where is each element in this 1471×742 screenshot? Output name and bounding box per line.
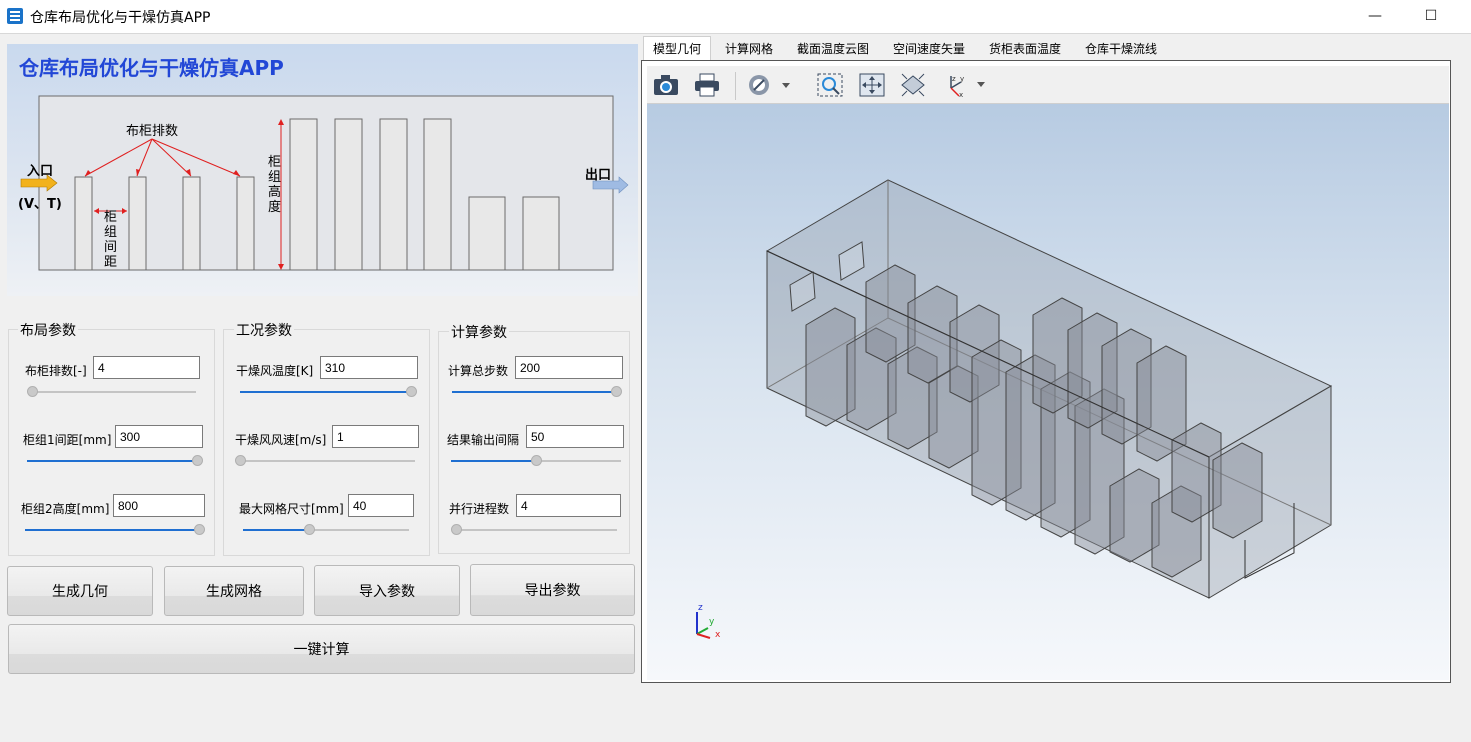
layout-params-title: 布局参数	[18, 320, 78, 340]
slider-knob[interactable]	[235, 455, 246, 466]
slider-fill	[27, 460, 197, 462]
slider-fill	[240, 391, 411, 393]
print-icon[interactable]	[691, 70, 723, 100]
minimize-button[interactable]: —	[1352, 0, 1398, 32]
param-label-spacing: 柜组1间距[mm]	[23, 433, 112, 447]
warehouse-3d-model	[765, 179, 1333, 599]
param-input-interval[interactable]	[526, 425, 624, 448]
slider-interval[interactable]	[451, 455, 621, 466]
zoom-extents-icon[interactable]	[856, 70, 888, 100]
param-label-mesh: 最大网格尺寸[mm]	[239, 502, 344, 516]
height-label: 柜组高度	[268, 155, 282, 215]
app-icon	[7, 8, 23, 24]
spacing-label: 柜组间距	[104, 210, 118, 270]
slider-knob[interactable]	[451, 524, 462, 535]
param-input-steps[interactable]	[515, 356, 623, 379]
import-params-button[interactable]: 导入参数	[314, 565, 460, 616]
tab-velocity-vector[interactable]: 空间速度矢量	[884, 36, 974, 60]
view-fit-icon[interactable]	[897, 70, 929, 100]
param-input-rows[interactable]	[93, 356, 200, 379]
param-label-interval: 结果输出间隔	[447, 433, 520, 447]
triad-x-label: x	[715, 630, 721, 640]
slider-knob[interactable]	[194, 524, 205, 535]
param-input-height[interactable]	[113, 494, 205, 517]
tab-model-geometry[interactable]: 模型几何	[643, 36, 711, 60]
slider-fill	[243, 529, 310, 531]
param-input-spacing[interactable]	[115, 425, 203, 448]
svg-text:y: y	[960, 75, 964, 83]
one-click-compute-button[interactable]: 一键计算	[8, 624, 635, 674]
generate-geometry-button[interactable]: 生成几何	[7, 566, 153, 616]
camera-icon[interactable]	[650, 70, 682, 100]
tab-surface-temperature[interactable]: 货柜表面温度	[980, 36, 1070, 60]
slider-knob[interactable]	[406, 386, 417, 397]
slider-height[interactable]	[25, 524, 205, 535]
axis-triad-icon	[696, 612, 711, 639]
slider-fill	[452, 391, 616, 393]
toolbar-separator	[735, 72, 736, 100]
param-label-rows: 布柜排数[-]	[25, 364, 87, 378]
slider-fill	[25, 529, 199, 531]
generate-mesh-button[interactable]: 生成网格	[164, 566, 304, 616]
triad-y-label: y	[709, 617, 715, 627]
slider-mesh[interactable]	[243, 524, 409, 535]
rows-label: 布柜排数	[126, 124, 179, 139]
slider-rows[interactable]	[27, 386, 196, 397]
param-label-temp: 干燥风温度[K]	[236, 364, 314, 378]
zoom-box-icon[interactable]	[814, 70, 846, 100]
slider-temp[interactable]	[240, 386, 417, 397]
slider-steps[interactable]	[452, 386, 622, 397]
slider-fill	[451, 460, 536, 462]
outlet-label: 出口	[585, 168, 612, 183]
hide-icon[interactable]	[744, 70, 792, 100]
slider-knob[interactable]	[531, 455, 542, 466]
triad-z-label: z	[698, 603, 703, 613]
param-label-procs: 并行进程数	[449, 502, 510, 516]
compute-params-title: 计算参数	[449, 322, 509, 342]
param-label-speed: 干燥风风速[m/s]	[235, 433, 327, 447]
slider-speed[interactable]	[235, 455, 415, 466]
param-input-mesh[interactable]	[348, 494, 414, 517]
title-bar	[0, 0, 1471, 34]
export-params-button[interactable]: 导出参数	[470, 564, 635, 616]
param-label-height: 柜组2高度[mm]	[21, 502, 110, 516]
tab-mesh[interactable]: 计算网格	[716, 36, 782, 60]
slider-knob[interactable]	[192, 455, 203, 466]
inlet-sub-label: (V、T)	[18, 197, 62, 212]
condition-params-title: 工况参数	[234, 320, 294, 340]
tab-drying-streamlines[interactable]: 仓库干燥流线	[1076, 36, 1166, 60]
axis-view-icon[interactable]: zy x	[940, 70, 988, 100]
param-label-steps: 计算总步数	[448, 364, 509, 378]
maximize-button[interactable]: ☐	[1408, 0, 1454, 32]
inlet-label: 入口	[27, 164, 54, 179]
tab-section-temperature[interactable]: 截面温度云图	[788, 36, 878, 60]
param-input-procs[interactable]	[516, 494, 621, 517]
slider-knob[interactable]	[611, 386, 622, 397]
window-title: 仓库布局优化与干燥仿真APP	[30, 10, 211, 26]
svg-text:z: z	[952, 75, 956, 83]
param-input-temp[interactable]	[320, 356, 418, 379]
layout-diagram	[20, 95, 629, 271]
slider-spacing[interactable]	[27, 455, 203, 466]
svg-text:x: x	[959, 91, 963, 98]
slider-procs[interactable]	[451, 524, 617, 535]
slider-knob[interactable]	[27, 386, 38, 397]
param-input-speed[interactable]	[332, 425, 419, 448]
